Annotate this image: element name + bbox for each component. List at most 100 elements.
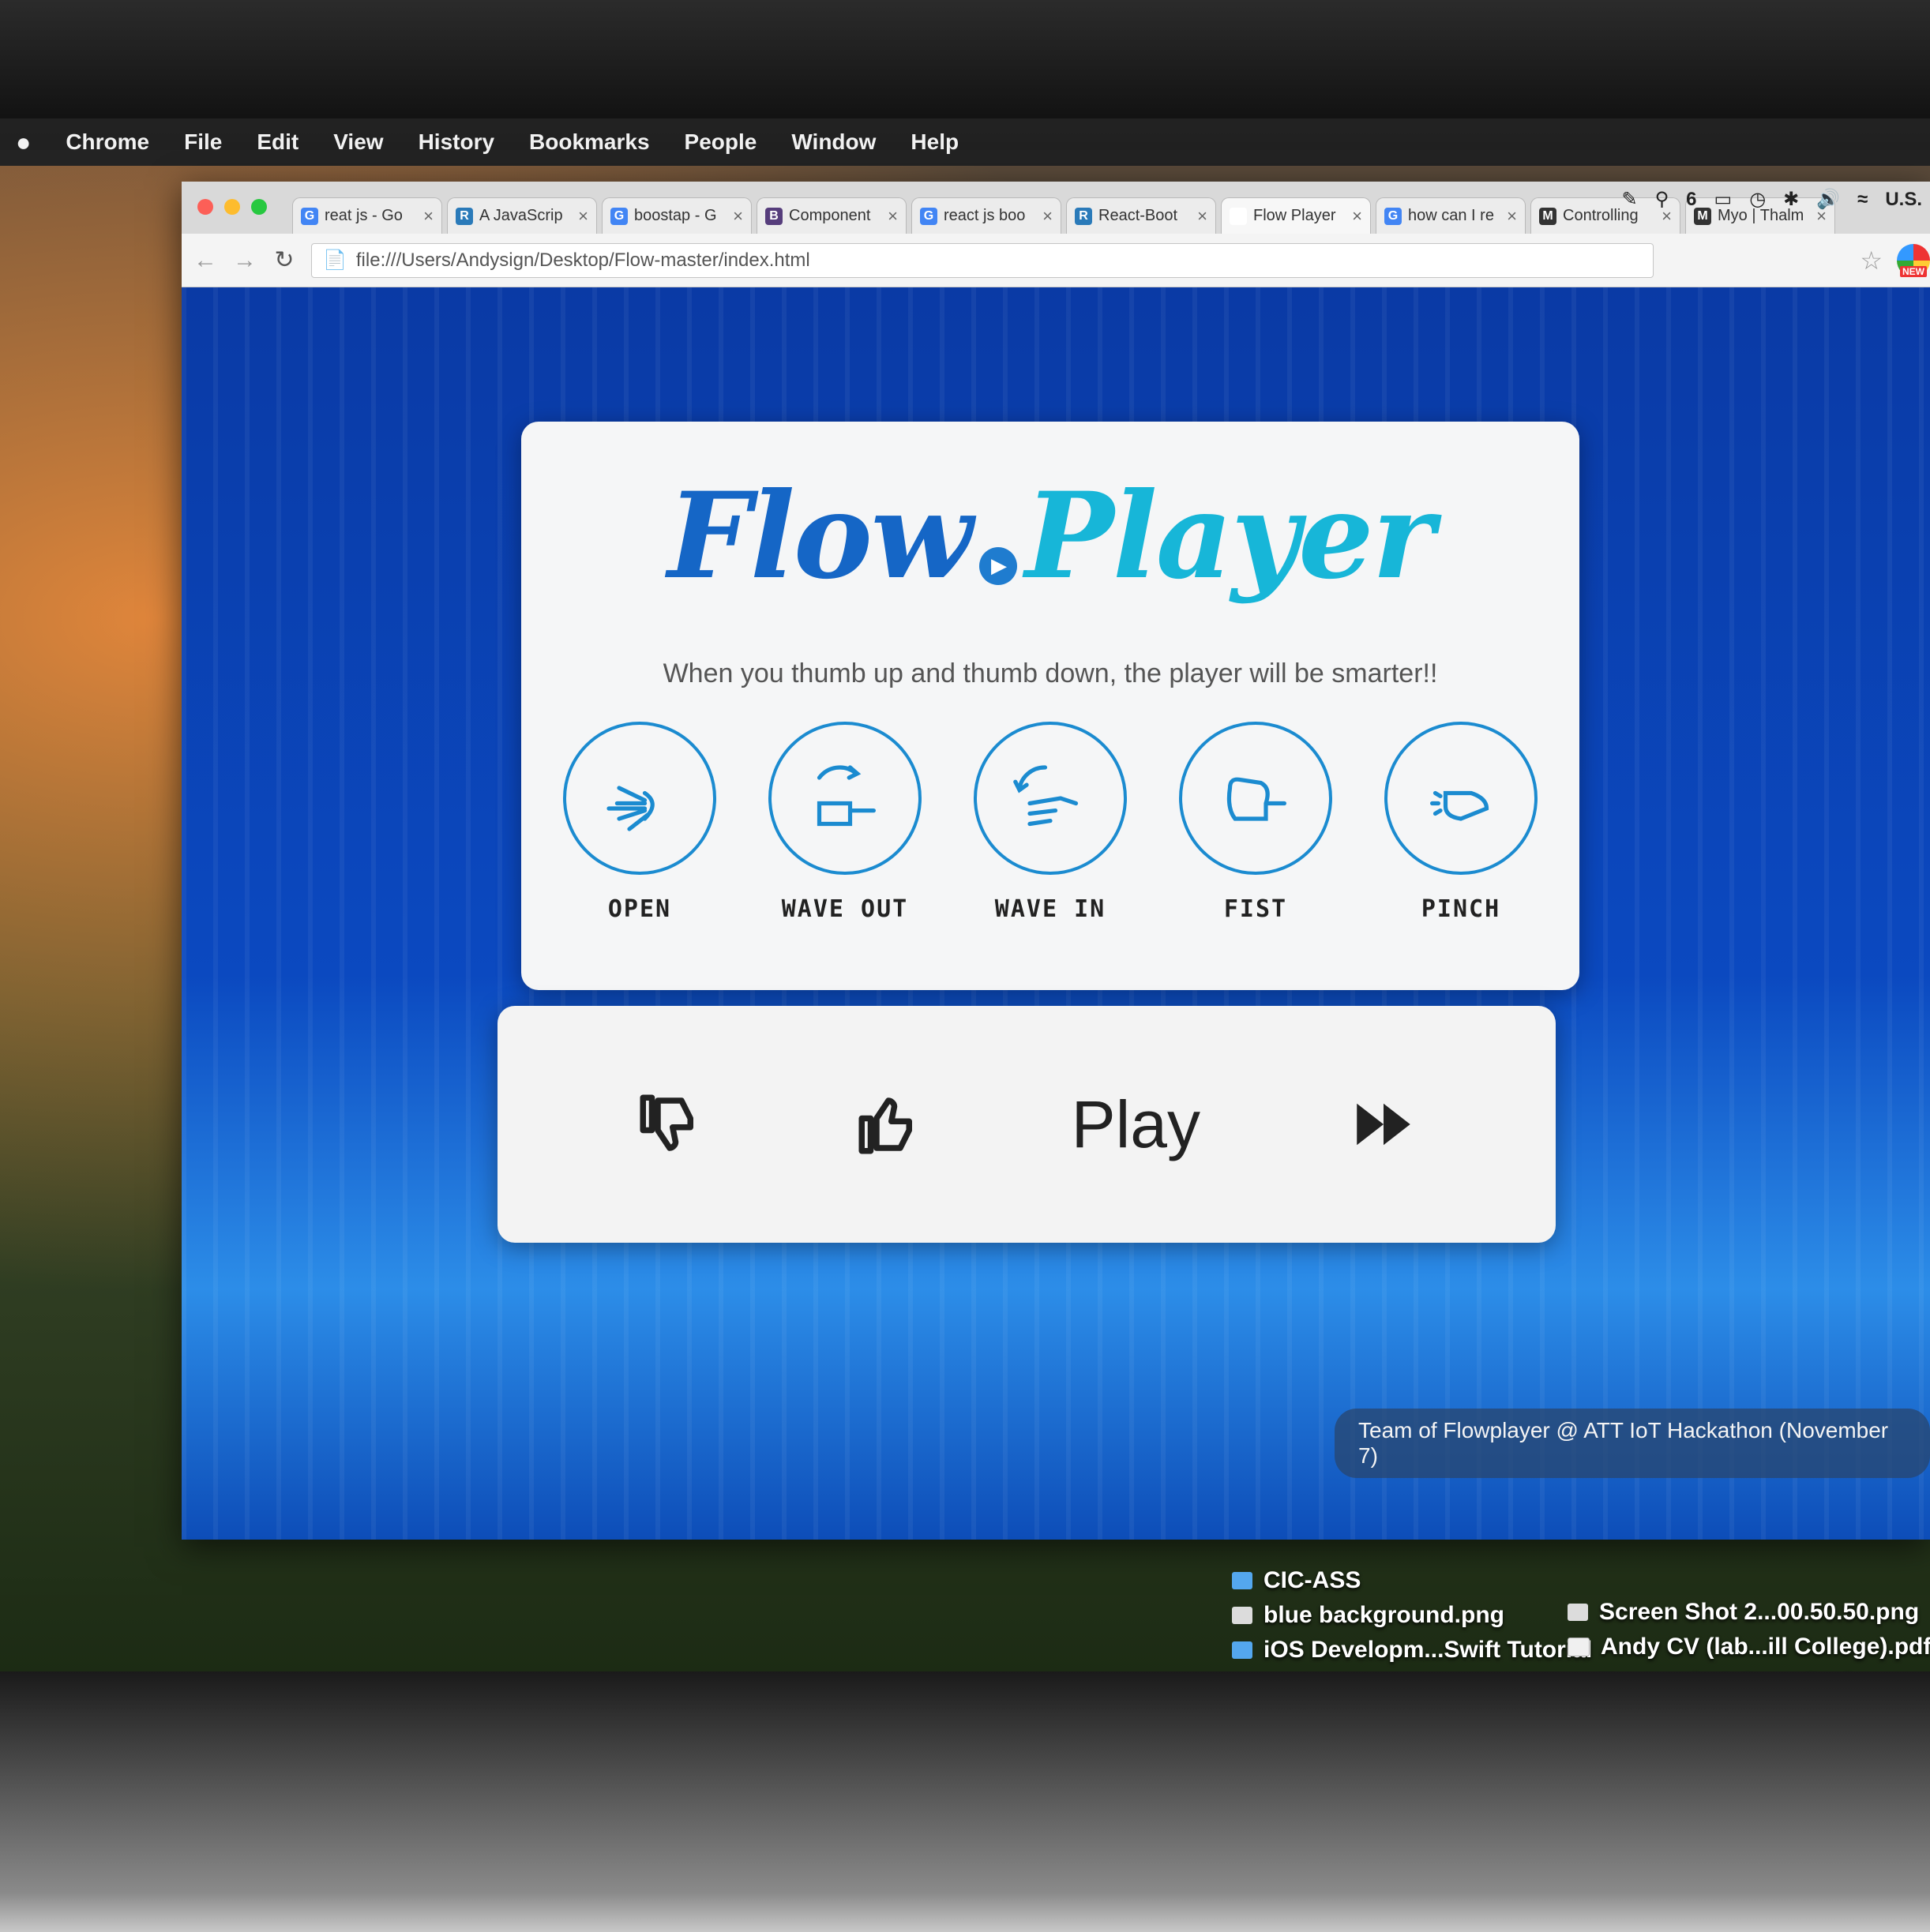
tab-5[interactable]: R React-Boot × [1066,197,1216,234]
tab-strip: Great js - Go × R A JavaScrip × Gboostap - G ×… [182,182,1930,234]
image-icon [1568,1604,1588,1621]
folder-icon [1232,1641,1252,1659]
apple-menu-icon[interactable]: ● [16,128,31,157]
folder-icon [1232,1572,1252,1589]
menu-item-edit[interactable]: Edit [257,129,299,155]
wave-out-icon [768,722,922,875]
bookmark-star-icon[interactable]: ☆ [1860,246,1883,276]
tab-close-icon[interactable]: × [1507,206,1517,227]
reload-icon[interactable]: ↻ [272,246,297,274]
gesture-list: OPEN WAVE OUT WAVE IN FIST PINCH [561,722,1540,923]
menu-bar-status-icons: ✎ ⚲ 6 ▭ ◷ ✱ 🔊 ≈ U.S. [1621,188,1922,211]
menu-item-view[interactable]: View [333,129,383,155]
wave-in-icon [974,722,1127,875]
airplay-icon[interactable]: ▭ [1714,188,1733,211]
bluetooth-icon[interactable]: ✱ [1783,188,1799,211]
gesture-label: PINCH [1421,895,1501,923]
tab-label: react js boo [944,207,1026,224]
desktop-file-item[interactable]: blue background.png [1232,1602,1592,1629]
wifi-icon[interactable]: ≈ [1857,189,1868,211]
close-window-button[interactable] [197,199,213,215]
desktop-file-name: blue background.png [1264,1602,1504,1628]
gesture-label: WAVE IN [994,895,1106,923]
doc-icon [1568,1638,1590,1656]
tab-6[interactable]: Flow Player × [1221,197,1371,234]
tab-2[interactable]: Gboostap - G × [602,197,752,234]
tab-4[interactable]: Greact js boo × [911,197,1061,234]
tab-favicon-icon: M [1539,207,1556,225]
next-track-button[interactable] [1348,1089,1419,1160]
gesture-card: Flow ▶ Player When you thumb up and thumb … [521,422,1579,990]
tab-label: A JavaScrip [479,207,563,224]
zoom-window-button[interactable] [251,199,267,215]
open-hand-icon [563,722,716,875]
mac-menu-bar: ● Chrome File Edit View History Bookmark… [0,118,1930,166]
play-button[interactable]: Play [1072,1086,1200,1163]
spotlight-search-icon[interactable]: ⚲ [1655,188,1669,211]
gesture-wave-in: WAVE IN [971,722,1129,923]
desktop-file-name: Screen Shot 2...00.50.50.png [1599,1599,1920,1625]
notification-count[interactable]: 6 [1686,189,1696,211]
tab-favicon-icon: G [1384,207,1402,225]
desktop-file-name: CIC-ASS [1264,1567,1361,1593]
thumbs-up-button[interactable] [853,1089,924,1160]
tab-favicon-icon: B [765,207,783,225]
address-bar[interactable]: 📄 file:///Users/Andysign/Desktop/Flow-ma… [311,242,1654,278]
flow-player-logo: Flow ▶ Player [521,477,1579,595]
evernote-icon[interactable]: ✎ [1621,188,1637,211]
extension-new-badge: NEW [1900,265,1927,277]
menu-app-name[interactable]: Chrome [66,129,149,155]
gesture-fist: FIST [1177,722,1335,923]
desktop-file-name: iOS Developm...Swift Tutorial [1264,1637,1593,1663]
thumbs-down-button[interactable] [634,1089,705,1160]
desktop-file-item[interactable]: Andy CV (lab...ill College).pdf [1568,1634,1930,1660]
tab-close-icon[interactable]: × [423,206,434,227]
menu-item-file[interactable]: File [184,129,222,155]
tab-0[interactable]: Great js - Go × [292,197,442,234]
desktop-file-item[interactable]: CIC-ASS [1232,1567,1592,1594]
fast-forward-icon [1356,1103,1410,1146]
address-url: file:///Users/Andysign/Desktop/Flow-mast… [355,249,810,271]
tab-close-icon[interactable]: × [1197,206,1207,227]
play-label: Play [1071,1086,1200,1161]
desktop-file-item[interactable]: Screen Shot 2...00.50.50.png [1568,1599,1930,1626]
desktop-file-item[interactable]: iOS Developm...Swift Tutorial [1232,1637,1592,1664]
tab-label: how can I re [1408,207,1494,224]
forward-arrow-icon[interactable]: → [232,247,257,274]
tab-favicon-icon: G [610,207,628,225]
tab-close-icon[interactable]: × [888,206,898,227]
minimize-window-button[interactable] [224,199,240,215]
tab-favicon-icon: G [920,207,937,225]
tab-close-icon[interactable]: × [733,206,743,227]
extension-icon[interactable]: NEW [1897,243,1930,277]
gesture-label: OPEN [607,895,672,923]
menu-item-help[interactable]: Help [911,129,959,155]
tab-3[interactable]: B Component × [757,197,907,234]
menu-item-history[interactable]: History [419,129,494,155]
tab-favicon-icon: G [301,207,318,225]
volume-icon[interactable]: 🔊 [1816,188,1840,211]
menu-item-bookmarks[interactable]: Bookmarks [529,129,650,155]
logo-player-text: Player [1025,467,1435,606]
window-controls [197,199,267,215]
flow-player-page: Flow ▶ Player When you thumb up and thumb … [182,287,1930,1540]
input-source-label[interactable]: U.S. [1885,189,1922,211]
page-icon: 📄 [323,249,347,271]
tab-favicon-icon: R [1075,207,1092,225]
menu-item-people[interactable]: People [685,129,757,155]
back-arrow-icon[interactable]: ← [193,247,218,274]
gesture-open: OPEN [561,722,719,923]
play-dot-icon: ▶ [979,547,1018,585]
tagline: When you thumb up and thumb down, the pl… [663,658,1438,688]
laptop-bezel-bottom [0,1671,1930,1932]
tab-close-icon[interactable]: × [578,206,588,227]
menu-item-window[interactable]: Window [791,129,876,155]
tabs: Great js - Go × R A JavaScrip × Gboostap - G ×… [292,197,1835,234]
tab-7[interactable]: Ghow can I re × [1376,197,1526,234]
tab-close-icon[interactable]: × [1352,206,1362,227]
time-machine-icon[interactable]: ◷ [1749,188,1766,211]
tab-close-icon[interactable]: × [1042,206,1053,227]
tab-1[interactable]: R A JavaScrip × [447,197,597,234]
logo-flow-text: Flow [667,467,973,606]
gesture-pinch: PINCH [1382,722,1540,923]
